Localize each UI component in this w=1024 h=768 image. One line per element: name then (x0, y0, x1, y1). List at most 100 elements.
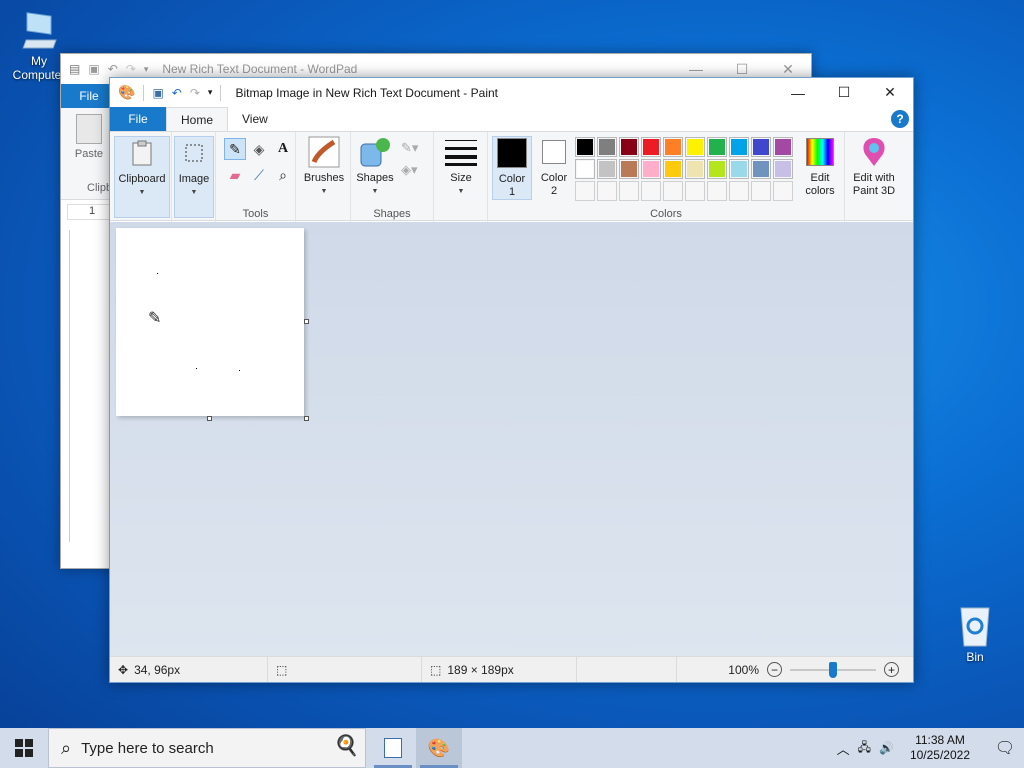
color-swatch[interactable] (597, 159, 617, 179)
color-swatch[interactable] (751, 181, 771, 201)
color-swatch[interactable] (751, 137, 771, 157)
color-swatch[interactable] (597, 137, 617, 157)
color1-button[interactable]: Color 1 (492, 136, 532, 200)
save-icon[interactable]: ▣ (88, 62, 99, 76)
color2-button[interactable]: Color 2 (536, 136, 572, 198)
color-swatch[interactable] (641, 159, 661, 179)
paint-window[interactable]: 🎨 ▣ ↶ ↷ ▾ Bitmap Image in New Rich Text … (109, 77, 914, 683)
wordpad-document-page[interactable] (69, 230, 111, 542)
notification-icon: 🗨 (994, 740, 1016, 757)
save-icon[interactable]: ▣ (152, 86, 163, 100)
color-swatch[interactable] (663, 137, 683, 157)
minimize-button[interactable]: — (673, 61, 719, 78)
color-swatch[interactable] (707, 181, 727, 201)
color-swatch[interactable] (663, 181, 683, 201)
eraser-icon[interactable]: ▰ (224, 164, 246, 186)
zoom-out-button[interactable]: − (767, 662, 782, 677)
color-swatch[interactable] (619, 181, 639, 201)
taskbar-app-paint[interactable]: 🎨 (416, 728, 462, 768)
cursor-position-value: 34, 96px (134, 662, 181, 677)
color-swatch[interactable] (707, 159, 727, 179)
fill-icon[interactable]: ◈▾ (401, 162, 418, 178)
color-swatch[interactable] (619, 159, 639, 179)
desktop-icon-recycle-bin[interactable]: Bin (940, 602, 1010, 664)
color-swatch[interactable] (641, 181, 661, 201)
color-swatch[interactable] (685, 159, 705, 179)
image-size-value: 189 × 189px (447, 662, 514, 677)
tab-home[interactable]: Home (166, 107, 229, 131)
color-swatch[interactable] (773, 181, 793, 201)
color-swatch[interactable] (773, 137, 793, 157)
text-icon[interactable]: A (272, 138, 294, 160)
quick-access-dropdown-icon[interactable]: ▾ (144, 64, 149, 75)
redo-icon[interactable]: ↷ (126, 62, 136, 76)
minimize-button[interactable]: — (775, 78, 821, 107)
color-swatch[interactable] (729, 181, 749, 201)
redo-icon[interactable]: ↷ (190, 86, 200, 100)
color-swatch[interactable] (685, 181, 705, 201)
tab-view[interactable]: View (228, 107, 282, 131)
paint-app-icon: 🎨 (118, 84, 136, 100)
tab-file[interactable]: File (110, 107, 166, 131)
color-swatch[interactable] (575, 137, 595, 157)
close-button[interactable]: ✕ (765, 61, 811, 78)
clipboard-button[interactable]: Clipboard ▼ (114, 136, 170, 218)
color-swatch[interactable] (663, 159, 683, 179)
volume-icon[interactable]: 🔊 (879, 741, 894, 755)
notifications-button[interactable]: 🗨 (986, 738, 1024, 758)
maximize-button[interactable]: ☐ (719, 61, 765, 78)
zoom-in-button[interactable]: + (884, 662, 899, 677)
chevron-up-icon[interactable]: ︿ (837, 739, 850, 758)
color-swatch[interactable] (619, 137, 639, 157)
zoom-slider-thumb[interactable] (829, 661, 837, 678)
shapes-button[interactable]: Shapes ▼ (353, 136, 397, 198)
fill-bucket-icon[interactable]: ◈ (248, 138, 270, 160)
resize-handle-corner[interactable] (304, 416, 309, 421)
color-picker-icon[interactable]: ⟋ (248, 164, 270, 186)
edit-with-paint3d-button[interactable]: Edit with Paint 3D (847, 136, 901, 198)
clock[interactable]: 11:38 AM 10/25/2022 (902, 733, 978, 763)
undo-icon[interactable]: ↶ (108, 62, 118, 76)
color-swatch[interactable] (707, 137, 727, 157)
wordpad-icon (384, 738, 402, 758)
maximize-button[interactable]: ☐ (821, 78, 867, 107)
pencil-icon[interactable]: ✎ (224, 138, 246, 160)
edit-colors-button[interactable]: Edit colors (798, 136, 842, 198)
zoom-slider[interactable] (790, 661, 876, 678)
resize-handle-bottom[interactable] (207, 416, 212, 421)
paint-title-bar[interactable]: 🎨 ▣ ↶ ↷ ▾ Bitmap Image in New Rich Text … (110, 78, 913, 107)
search-box[interactable]: ⌕ Type here to search 🍳 (48, 728, 366, 768)
color-swatch[interactable] (575, 181, 595, 201)
clock-time: 11:38 AM (915, 733, 965, 747)
canvas-area[interactable]: ✎ (110, 222, 913, 658)
color-swatch[interactable] (773, 159, 793, 179)
status-bar: ✥ 34, 96px ⬚ ⬚ 189 × 189px 100% − + (110, 656, 913, 682)
resize-handle-right[interactable] (304, 319, 309, 324)
color-swatch[interactable] (685, 137, 705, 157)
color-swatch[interactable] (641, 137, 661, 157)
image-button[interactable]: Image ▼ (174, 136, 214, 218)
outline-icon[interactable]: ✎▾ (401, 140, 418, 156)
start-button[interactable] (0, 728, 48, 768)
color2-label: Color (540, 172, 568, 184)
color-swatch[interactable] (575, 159, 595, 179)
edit-colors-label-2: colors (805, 185, 835, 197)
network-icon[interactable]: 🖧 (858, 738, 871, 759)
color-swatch[interactable] (729, 159, 749, 179)
magnifier-icon[interactable]: ⌕ (272, 164, 294, 186)
color1-swatch (497, 138, 527, 168)
brushes-button[interactable]: Brushes ▼ (300, 136, 348, 198)
size-button[interactable]: Size ▼ (439, 136, 483, 198)
drawing-canvas[interactable]: ✎ (116, 228, 304, 416)
taskbar-app-wordpad[interactable] (370, 728, 416, 768)
colors-group: Color 1 Color 2 Edit colors Colors (488, 132, 845, 222)
quick-access-dropdown-icon[interactable]: ▾ (208, 87, 213, 98)
color-swatch[interactable] (729, 137, 749, 157)
color-swatch[interactable] (751, 159, 771, 179)
paste-button[interactable]: Paste (69, 114, 109, 160)
color-swatch[interactable] (597, 181, 617, 201)
undo-icon[interactable]: ↶ (172, 86, 182, 100)
help-icon[interactable]: ? (891, 110, 909, 128)
image-group: Image ▼ (172, 132, 216, 222)
close-button[interactable]: ✕ (867, 78, 913, 107)
